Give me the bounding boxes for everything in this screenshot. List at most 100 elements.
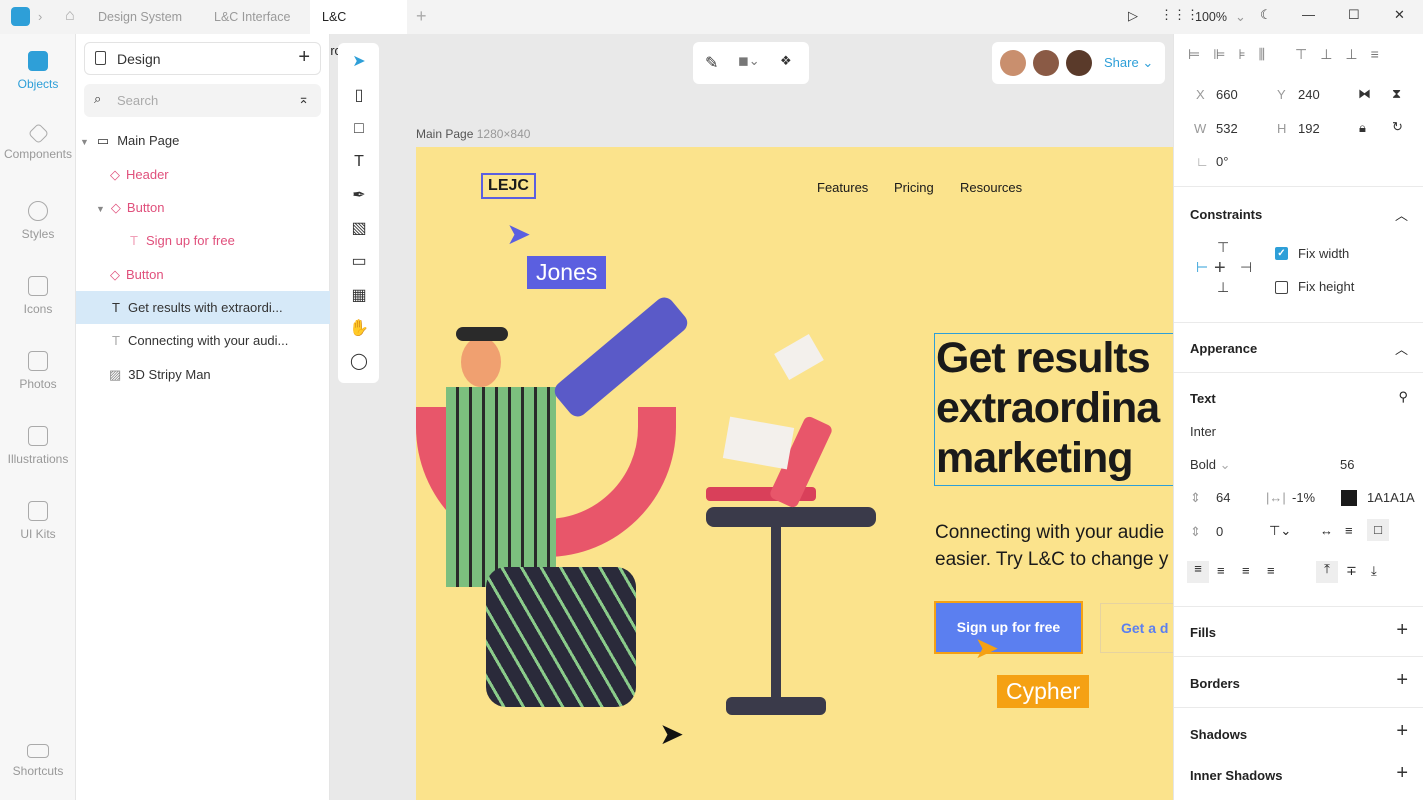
rectangle-tool-icon[interactable]: □ <box>348 118 370 140</box>
input-tool-icon[interactable]: ▭ <box>348 251 370 273</box>
rail-ui-kits[interactable]: UI Kits <box>0 501 76 541</box>
line-height-field[interactable]: 64 <box>1216 490 1230 505</box>
rail-shortcuts[interactable]: Shortcuts <box>0 744 76 778</box>
paragraph-spacing-field[interactable]: 0 <box>1216 524 1223 539</box>
tab-lc-promo[interactable]: L&C Promo✕ <box>310 0 407 58</box>
layer-main-page[interactable]: ▼ ▭ Main Page <box>76 124 330 157</box>
constraints-widget[interactable]: ⊤ ⊢ + ⊣ ⊥ <box>1194 239 1254 295</box>
toolbar: ➤ ▯ □ T ✒ ▧ ▭ ▦ ✋ ◯ <box>338 43 379 383</box>
headline[interactable]: Get results extraordina marketing <box>936 333 1160 483</box>
close-window-icon[interactable]: ✕ <box>1394 7 1405 23</box>
reset-icon[interactable]: ↻ <box>1392 119 1403 135</box>
nav-resources[interactable]: Resources <box>960 180 1022 195</box>
add-fill-icon[interactable]: + <box>1396 619 1408 642</box>
maximize-icon[interactable]: ☐ <box>1348 7 1360 23</box>
x-field[interactable]: 660 <box>1216 87 1238 102</box>
chevron-up-icon[interactable]: ︿ <box>1395 205 1408 224</box>
add-tab-icon[interactable]: + <box>416 6 427 27</box>
font-weight-select[interactable]: Bold ⌄ <box>1190 457 1231 473</box>
get-demo-button[interactable]: Get a d <box>1100 603 1173 653</box>
h-field[interactable]: 192 <box>1298 121 1320 136</box>
flip-vertical-icon[interactable]: ⧗ <box>1392 86 1401 102</box>
layer-body-text[interactable]: T Connecting with your audi... <box>76 324 330 357</box>
layer-button[interactable]: ▼ ◇ Button <box>76 191 330 224</box>
align-top-icon[interactable]: ⤒ <box>1316 561 1338 583</box>
app-logo-icon[interactable] <box>11 7 30 26</box>
rail-photos[interactable]: Photos <box>0 351 76 391</box>
layer-header[interactable]: ◇ Header <box>76 158 330 191</box>
layer-image[interactable]: ▨ 3D Stripy Man <box>76 358 330 391</box>
font-size-field[interactable]: 56 <box>1340 457 1354 472</box>
font-family-field[interactable]: Inter <box>1190 424 1216 439</box>
headline-line: extraordina <box>936 384 1160 432</box>
moon-icon[interactable]: ☾ <box>1260 7 1272 23</box>
add-page-icon[interactable]: + <box>298 46 310 69</box>
tab-lc-interface[interactable]: L&C Interface <box>202 0 302 34</box>
auto-height-icon[interactable]: ≡ <box>1345 523 1353 538</box>
align-left-icon[interactable]: ≡ <box>1187 561 1209 583</box>
avatar[interactable] <box>1000 50 1026 76</box>
artboard[interactable]: LEJC Features Pricing Resources Get resu… <box>416 147 1173 800</box>
boolean-icon[interactable]: ◼⌄ <box>738 53 760 69</box>
hand-tool-icon[interactable]: ✋ <box>348 318 370 340</box>
align-justify-icon[interactable]: ≡ <box>1267 563 1275 578</box>
pencil-icon[interactable]: ✎ <box>705 53 718 73</box>
text-color-swatch[interactable] <box>1341 490 1357 506</box>
align-right-icon[interactable]: ≡ <box>1242 563 1250 578</box>
minimize-icon[interactable]: — <box>1302 7 1315 22</box>
y-field[interactable]: 240 <box>1298 87 1320 102</box>
fixed-size-icon[interactable]: □ <box>1367 519 1389 541</box>
add-inner-shadow-icon[interactable]: + <box>1396 762 1408 785</box>
add-shadow-icon[interactable]: + <box>1396 720 1408 743</box>
add-border-icon[interactable]: + <box>1396 669 1408 692</box>
collapse-icon[interactable]: ⌅ <box>298 91 309 107</box>
align-center-icon[interactable]: ≡ <box>1217 563 1225 578</box>
letter-spacing-field[interactable]: -1% <box>1292 490 1315 505</box>
sign-up-button[interactable]: Sign up for free <box>934 601 1083 654</box>
comment-tool-icon[interactable]: ◯ <box>348 351 370 373</box>
components-tool-icon[interactable]: ▦ <box>348 285 370 307</box>
nav-features[interactable]: Features <box>817 180 868 195</box>
avatar[interactable] <box>1066 50 1092 76</box>
chevron-down-icon[interactable]: ⌄ <box>1235 9 1246 25</box>
fix-width-checkbox[interactable]: ✓ <box>1275 247 1288 260</box>
w-field[interactable]: 532 <box>1216 121 1238 136</box>
rotation-field[interactable]: 0° <box>1216 154 1228 169</box>
layer-headline[interactable]: T Get results with extraordi... <box>76 291 330 324</box>
page-selector[interactable]: Design + <box>84 42 321 75</box>
grid-icon[interactable]: ⋮⋮⋮ <box>1160 7 1199 23</box>
rail-icons[interactable]: Icons <box>0 276 76 316</box>
search-field[interactable]: ⌕ Search ⌅ <box>84 84 321 117</box>
layer-button-2[interactable]: ◇ Button <box>76 258 330 291</box>
fix-height-checkbox[interactable] <box>1275 281 1288 294</box>
text-tool-icon[interactable]: T <box>348 151 370 173</box>
frame-tool-icon[interactable]: ▯ <box>348 85 370 107</box>
page-icon: ▭ <box>96 133 110 148</box>
layer-sign-up-text[interactable]: T Sign up for free <box>76 224 330 257</box>
rail-components[interactable]: Components <box>0 122 76 161</box>
play-icon[interactable]: ▷ <box>1128 8 1138 24</box>
rail-styles[interactable]: Styles <box>0 201 76 241</box>
align-middle-icon[interactable]: ∓ <box>1346 563 1357 579</box>
select-tool-icon[interactable]: ➤ <box>348 51 370 73</box>
align-bottom-icon[interactable]: ⤓ <box>1371 563 1377 579</box>
flip-horizontal-icon[interactable]: ⧓ <box>1358 86 1371 102</box>
align-toolbar[interactable]: ⊨⊫⊧⫼ ⊤⊥⊥≡ <box>1188 46 1392 63</box>
auto-width-icon[interactable]: ↔ <box>1320 523 1333 538</box>
pen-tool-icon[interactable]: ✒ <box>348 185 370 207</box>
nav-pricing[interactable]: Pricing <box>894 180 934 195</box>
lock-icon[interactable]: 🔒︎ <box>1359 120 1366 136</box>
rail-objects[interactable]: Objects <box>0 51 76 91</box>
text-case-icon[interactable]: ⊤⌄ <box>1269 523 1291 539</box>
component-icon[interactable]: ❖ <box>780 53 792 69</box>
share-button[interactable]: Share ⌄ <box>1104 55 1153 71</box>
avatar[interactable] <box>1033 50 1059 76</box>
home-icon[interactable]: ⌂ <box>65 7 75 25</box>
rail-illustrations[interactable]: Illustrations <box>0 426 76 466</box>
text-color-field[interactable]: 1A1A1A <box>1367 490 1415 505</box>
chevron-up-icon[interactable]: ︿ <box>1395 339 1408 358</box>
image-tool-icon[interactable]: ▧ <box>348 218 370 240</box>
tab-design-system[interactable]: Design System <box>86 0 194 34</box>
text-settings-icon[interactable]: ⚲ <box>1398 389 1408 405</box>
zoom-level[interactable]: 100% <box>1195 10 1227 24</box>
